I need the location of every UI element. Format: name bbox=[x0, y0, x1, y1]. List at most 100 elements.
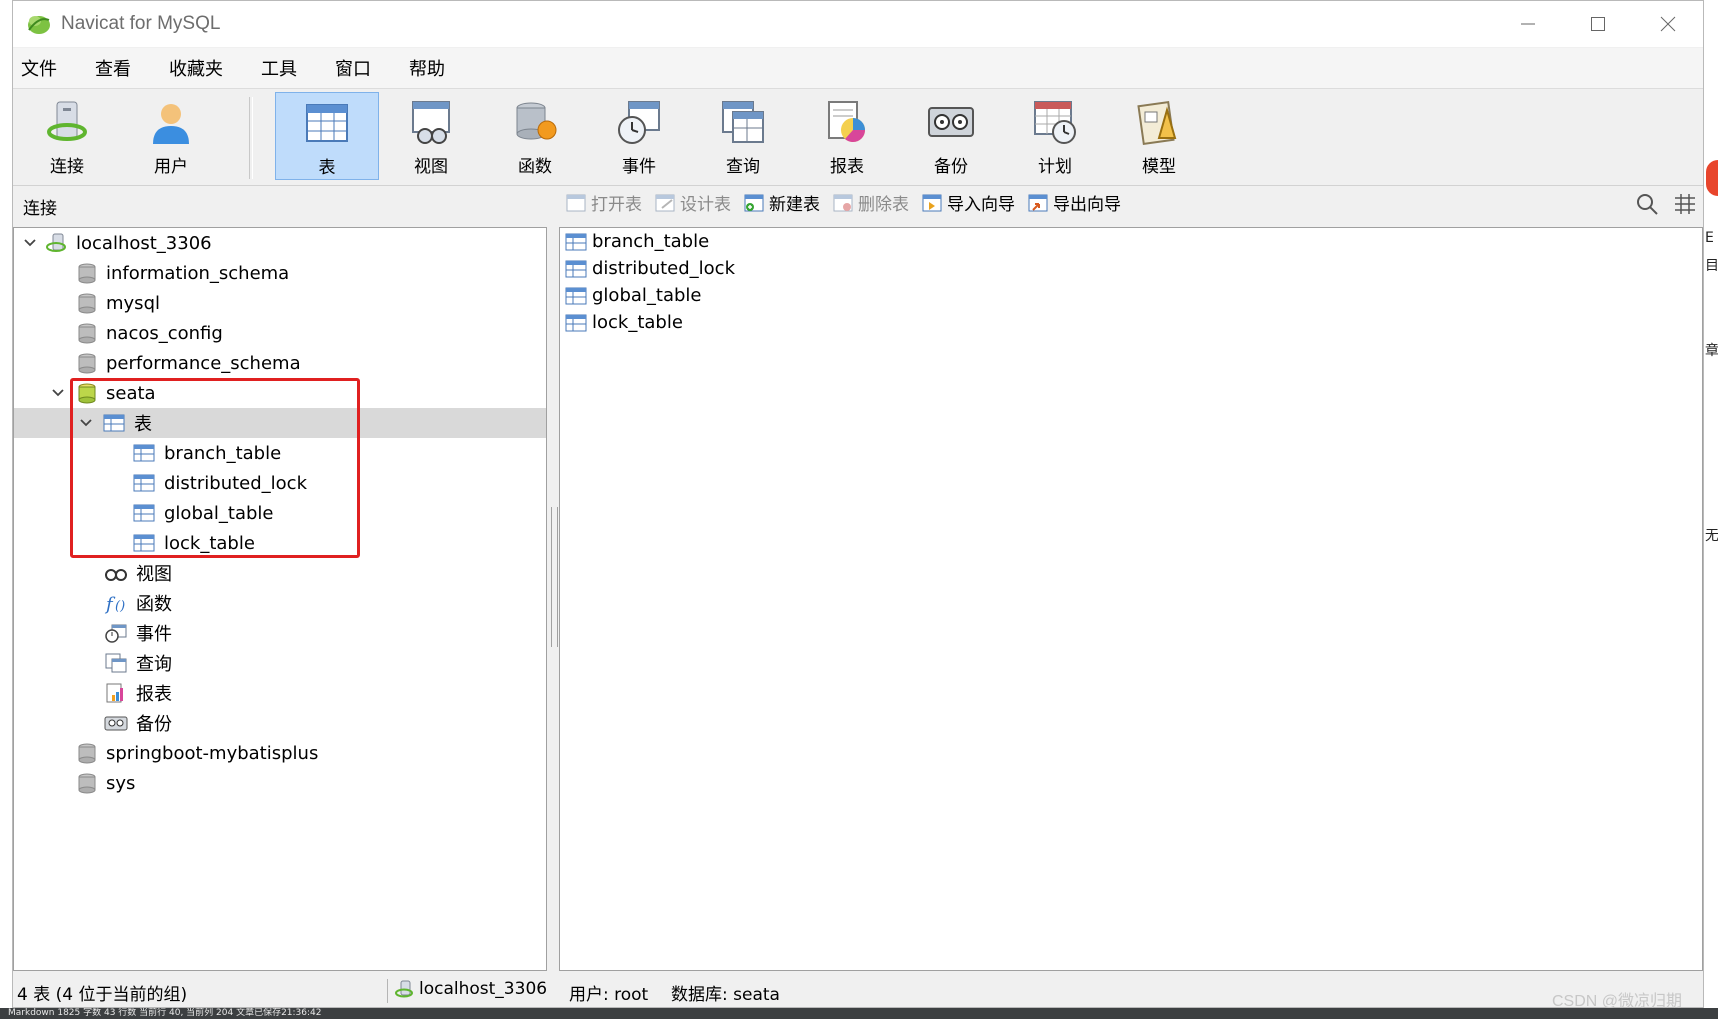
status-bar: 4 表 (4 位于当前的组) localhost_3306 用户: root 数… bbox=[13, 975, 1703, 1007]
tree-db-information-schema[interactable]: information_schema bbox=[14, 258, 546, 288]
status-user: 用户: root bbox=[569, 985, 649, 1005]
query-icon bbox=[722, 101, 764, 143]
table-icon bbox=[565, 314, 587, 331]
menu-help[interactable]: 帮助 bbox=[399, 55, 445, 81]
menu-favorites[interactable]: 收藏夹 bbox=[159, 55, 223, 81]
search-icon[interactable] bbox=[1635, 192, 1659, 216]
export-wizard-button[interactable]: 导出向导 bbox=[1027, 190, 1121, 215]
tree-folder-functions[interactable]: f() 函数 bbox=[14, 588, 546, 618]
tree-folder-reports[interactable]: 报表 bbox=[14, 678, 546, 708]
tree-table-branch-table[interactable]: branch_table bbox=[14, 438, 546, 468]
database-icon bbox=[78, 323, 96, 344]
toolbar-view-button[interactable]: 视图 bbox=[379, 92, 483, 180]
import-wizard-button[interactable]: 导入向导 bbox=[921, 190, 1015, 215]
tree-table-distributed-lock[interactable]: distributed_lock bbox=[14, 468, 546, 498]
menu-file[interactable]: 文件 bbox=[13, 55, 57, 81]
tree-table-global-table[interactable]: global_table bbox=[14, 498, 546, 528]
toolbar-table-button[interactable]: 表 bbox=[275, 92, 379, 180]
title-bar: Navicat for MySQL bbox=[13, 1, 1703, 47]
toolbar-separator bbox=[249, 97, 253, 179]
table-icon bbox=[565, 287, 587, 304]
menu-tools[interactable]: 工具 bbox=[251, 55, 297, 81]
connection-icon bbox=[46, 233, 66, 252]
toolbar-backup-button[interactable]: 备份 bbox=[899, 92, 1003, 180]
tables-folder-icon bbox=[103, 414, 125, 432]
splitter-grip[interactable] bbox=[551, 507, 558, 647]
toolbar-user-button[interactable]: 用户 bbox=[119, 92, 223, 180]
report-icon bbox=[828, 101, 866, 143]
query-icon bbox=[105, 653, 127, 673]
toolbar-connection-button[interactable]: 连接 bbox=[15, 92, 119, 180]
maximize-icon bbox=[1591, 17, 1605, 31]
object-toolbar: 打开表 设计表 新建表 删除表 导入向导 导出向导 bbox=[565, 190, 1133, 215]
status-divider bbox=[387, 979, 388, 1003]
tree-folder-queries[interactable]: 查询 bbox=[14, 648, 546, 678]
backup-icon bbox=[104, 716, 128, 731]
toolbar-model-button[interactable]: 模型 bbox=[1107, 92, 1211, 180]
table-icon bbox=[133, 504, 155, 522]
view-icon bbox=[412, 101, 450, 144]
tree-folder-views[interactable]: 视图 bbox=[14, 558, 546, 588]
table-icon bbox=[565, 233, 587, 250]
panel-splitter[interactable] bbox=[550, 227, 558, 971]
minimize-button[interactable] bbox=[1493, 1, 1563, 47]
tree-folder-backups[interactable]: 备份 bbox=[14, 708, 546, 738]
tree-db-seata[interactable]: seata bbox=[14, 378, 546, 408]
delete-table-button[interactable]: 删除表 bbox=[832, 190, 909, 215]
grid-view-icon[interactable] bbox=[1673, 192, 1697, 216]
tree-folder-tables[interactable]: 表 bbox=[14, 408, 546, 438]
close-button[interactable] bbox=[1633, 1, 1703, 47]
table-icon bbox=[565, 260, 587, 277]
export-wizard-icon bbox=[1028, 194, 1048, 211]
delete-table-icon bbox=[833, 194, 853, 211]
toolbar-query-button[interactable]: 查询 bbox=[691, 92, 795, 180]
function-icon: f() bbox=[104, 594, 125, 614]
open-table-icon bbox=[566, 194, 586, 211]
backup-icon bbox=[928, 107, 974, 137]
new-table-icon bbox=[744, 194, 764, 211]
navicat-window: Navicat for MySQL 文件 查看 收藏夹 工具 窗口 帮助 连接 … bbox=[12, 0, 1704, 1008]
menu-window[interactable]: 窗口 bbox=[325, 55, 371, 81]
object-item-branch-table[interactable]: branch_table bbox=[564, 228, 709, 255]
toolbar-event-button[interactable]: 事件 bbox=[587, 92, 691, 180]
connection-icon bbox=[47, 101, 87, 141]
tree-folder-events[interactable]: 事件 bbox=[14, 618, 546, 648]
import-wizard-icon bbox=[922, 194, 942, 211]
menu-view[interactable]: 查看 bbox=[85, 55, 131, 81]
tree-db-sys[interactable]: sys bbox=[14, 768, 546, 798]
window-title: Navicat for MySQL bbox=[61, 13, 221, 34]
tree-table-lock-table[interactable]: lock_table bbox=[14, 528, 546, 558]
schedule-icon bbox=[1034, 101, 1076, 144]
tree-connection-localhost[interactable]: localhost_3306 bbox=[14, 228, 546, 258]
object-item-lock-table[interactable]: lock_table bbox=[564, 309, 683, 336]
table-icon bbox=[133, 474, 155, 492]
connection-icon bbox=[395, 980, 413, 998]
panel-header: 连接 打开表 设计表 新建表 删除表 导入向导 导出向导 bbox=[13, 186, 1703, 224]
close-icon bbox=[1660, 16, 1676, 32]
model-icon bbox=[1137, 100, 1177, 146]
toolbar-report-button[interactable]: 报表 bbox=[795, 92, 899, 180]
design-table-button[interactable]: 设计表 bbox=[654, 190, 731, 215]
database-icon bbox=[78, 773, 96, 794]
tree-db-springboot-mybatisplus[interactable]: springboot-mybatisplus bbox=[14, 738, 546, 768]
toolbar-function-button[interactable]: 函数 bbox=[483, 92, 587, 180]
function-icon bbox=[516, 102, 557, 140]
tree-db-nacos-config[interactable]: nacos_config bbox=[14, 318, 546, 348]
tree-db-performance-schema[interactable]: performance_schema bbox=[14, 348, 546, 378]
table-icon bbox=[306, 104, 348, 142]
report-icon bbox=[106, 683, 123, 703]
new-table-button[interactable]: 新建表 bbox=[743, 190, 820, 215]
object-item-distributed-lock[interactable]: distributed_lock bbox=[564, 255, 735, 282]
chevron-down-icon[interactable] bbox=[22, 235, 38, 251]
database-open-icon bbox=[78, 383, 96, 404]
chevron-down-icon[interactable] bbox=[50, 385, 66, 401]
tree-db-mysql[interactable]: mysql bbox=[14, 288, 546, 318]
open-table-button[interactable]: 打开表 bbox=[565, 190, 642, 215]
maximize-button[interactable] bbox=[1563, 1, 1633, 47]
toolbar-schedule-button[interactable]: 计划 bbox=[1003, 92, 1107, 180]
svg-text:(): () bbox=[115, 599, 125, 614]
database-icon bbox=[78, 353, 96, 374]
navicat-logo-icon bbox=[28, 16, 50, 34]
chevron-down-icon[interactable] bbox=[78, 415, 94, 431]
object-item-global-table[interactable]: global_table bbox=[564, 282, 702, 309]
